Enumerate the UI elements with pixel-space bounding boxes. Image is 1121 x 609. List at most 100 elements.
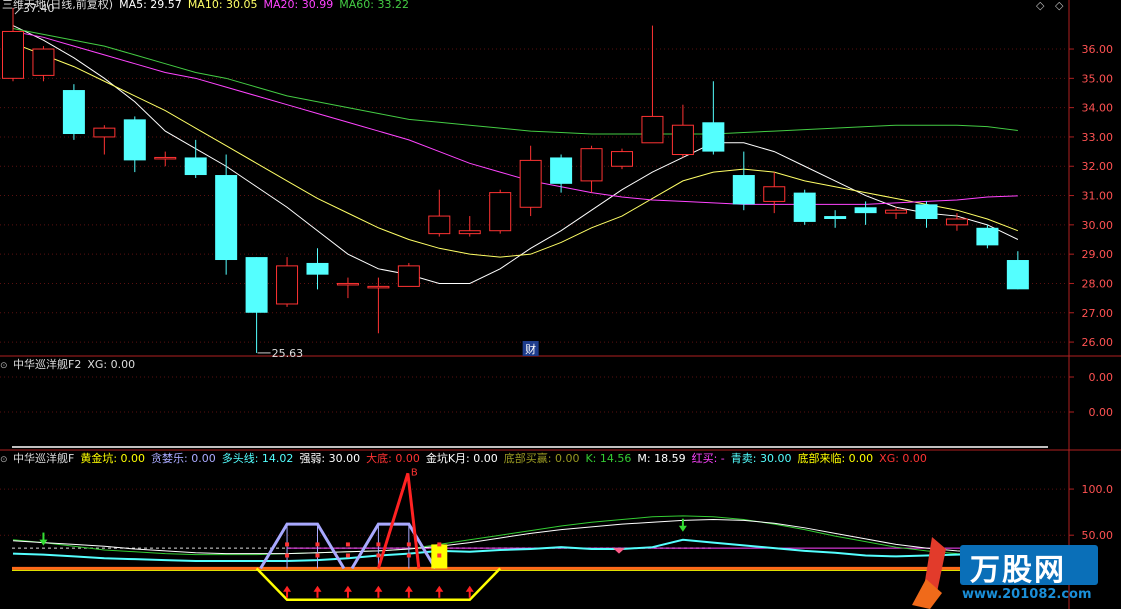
candle-body-up (489, 192, 512, 232)
price-tick-label: 29.00 (1082, 248, 1114, 261)
candle-body-up (93, 127, 116, 138)
p3-red-arrow-head (374, 585, 383, 592)
panel3-legend-item-0: 黄金坑: 0.00 (80, 452, 146, 465)
candle-body-up (580, 148, 603, 182)
p3-red-dot (315, 542, 320, 547)
candle-body-down (306, 262, 329, 275)
expand-icon[interactable]: ◇ (1055, 0, 1063, 12)
panel3-legend-item-6: 底部买赢: 0.00 (503, 452, 580, 465)
chevron-down-icon[interactable]: ⊙ (0, 359, 12, 374)
ma-line-ma60 (12, 28, 1018, 135)
candle-body-up (2, 30, 24, 79)
panel3-legend-item-8: M: 18.59 (637, 452, 686, 465)
price-tick-label: 26.00 (1082, 336, 1114, 349)
panel3-legend-item-3: 强弱: 30.00 (299, 452, 361, 465)
p3-red-dot (345, 542, 350, 547)
candle-body-up (458, 230, 481, 235)
candle-body-down (550, 157, 573, 184)
p3-red-arrow-head (404, 585, 413, 592)
candle-body-down (793, 192, 816, 222)
security-title: 三维天地(日线,前复权) (2, 0, 114, 11)
price-pane[interactable]: 三维天地(日线,前复权) MA5: 29.57 MA10: 30.05 MA20: 3… (0, 0, 1121, 357)
p2-tick-label: 0.00 (1089, 406, 1114, 419)
candle-body-up (154, 156, 177, 160)
price-tick-label: 28.00 (1082, 277, 1114, 290)
candle-body-down (184, 157, 207, 176)
panel3-legend-item-2: 多头线: 14.02 (221, 452, 294, 465)
ma-line-ma20 (12, 30, 1018, 205)
price-tick-label: 33.00 (1082, 131, 1114, 144)
p3-red-dot (376, 542, 381, 547)
panel2-title: 中华巡洋舰F2 (13, 358, 82, 371)
panel3-legend-item-7: K: 14.56 (585, 452, 632, 465)
candle-body-down (824, 216, 847, 219)
p2-tick-label: 0.00 (1089, 371, 1114, 384)
chevron-down-icon[interactable]: ⊙ (0, 453, 12, 468)
panel3-legend-item-1: 贪婪乐: 0.00 (151, 452, 216, 465)
brand-logo: 万股网 www.201082.com (912, 527, 1112, 609)
panel2-legend: ⊙ 中华巡洋舰F2 XG: 0.00 (0, 357, 141, 372)
candle-body-down (976, 227, 999, 246)
stock-chart-window: 三维天地(日线,前复权) MA5: 29.57 MA10: 30.05 MA20: 3… (0, 0, 1121, 609)
p3-green-arrow-head (678, 525, 687, 532)
candle-body-down (215, 175, 238, 261)
panel3-title: 中华巡洋舰F (13, 452, 75, 465)
p3-red-dot (285, 542, 290, 547)
candlestick-chart[interactable]: 36.00 35.00 34.00 33.00 32.00 31.00 30.00 29.00… (0, 0, 1121, 357)
p3-tick-label: 100.0 (1082, 483, 1114, 496)
p3-b-marker: B (411, 467, 418, 478)
panel3-legend-item-12: XG: 0.00 (879, 452, 927, 465)
p3-red-arrow-head (465, 585, 474, 592)
candle-body-down (854, 207, 877, 214)
p3-red-dot (437, 553, 442, 558)
p3-red-dot (345, 553, 350, 558)
p3-lilac-shape (350, 522, 437, 570)
p3-red-dot (285, 553, 290, 558)
candle-body-up (671, 124, 694, 156)
candle-body-up (519, 159, 542, 208)
p3-red-dot (376, 553, 381, 558)
panel3-legend-item-9: 红买: - (691, 452, 725, 465)
low-label: 25.63 (272, 347, 304, 357)
panel2-xg: XG: 0.00 (87, 358, 136, 371)
candle-body-up (276, 265, 299, 305)
price-tick-label: 34.00 (1082, 102, 1114, 115)
candle-body-up (367, 285, 390, 289)
candle-body-up (611, 151, 633, 167)
p3-red-arrow-head (283, 585, 292, 592)
panel3-legend: ⊙ 中华巡洋舰F 黄金坑: 0.00 贪婪乐: 0.00 多头线: 14.02 强弱: 3… (0, 451, 939, 466)
panel3-legend-item-11: 底部来临: 0.00 (797, 452, 874, 465)
candle-body-up (336, 282, 359, 286)
ma-legend-2: MA20: 30.99 (263, 0, 334, 11)
event-marker: 财 (525, 342, 536, 356)
panel3-legend-item-4: 大底: 0.00 (366, 452, 420, 465)
indicator-2-chart: 0.00 0.00 (0, 357, 1121, 451)
candle-body-up (885, 209, 908, 214)
candle-body-down (245, 257, 268, 313)
ma-line-ma5 (12, 25, 1019, 284)
candle-body-up (397, 265, 420, 287)
p3-red-dot (406, 542, 411, 547)
p3-red-arrow-head (313, 585, 322, 592)
candle-body-up (641, 115, 664, 144)
settings-diamond-icon[interactable]: ◇ (1036, 0, 1044, 12)
candle-body-down (915, 204, 938, 219)
price-tick-label: 31.00 (1082, 190, 1114, 203)
price-tick-label: 35.00 (1082, 72, 1114, 85)
panel3-legend-item-10: 青卖: 30.00 (730, 452, 792, 465)
p3-red-arrow-head (343, 585, 352, 592)
ma-line-ma10 (12, 42, 1019, 258)
indicator-panel-2[interactable]: 0.00 0.00 ⊙ 中华巡洋舰F2 XG: 0.00 (0, 357, 1121, 451)
price-tick-label: 36.00 (1082, 43, 1114, 56)
p3-red-dot (315, 553, 320, 558)
candle-body-down (123, 119, 146, 161)
candle-body-up (428, 215, 451, 235)
p3-pink-marker (613, 548, 625, 554)
p3-red-arrow-head (435, 585, 444, 592)
price-tick-label: 30.00 (1082, 219, 1114, 232)
candle-body-up (945, 218, 968, 226)
p3-red-dot (437, 542, 442, 547)
candle-body-down (702, 122, 725, 152)
ma-legend-0: MA5: 29.57 (119, 0, 182, 11)
ma-legend-1: MA10: 30.05 (187, 0, 258, 11)
